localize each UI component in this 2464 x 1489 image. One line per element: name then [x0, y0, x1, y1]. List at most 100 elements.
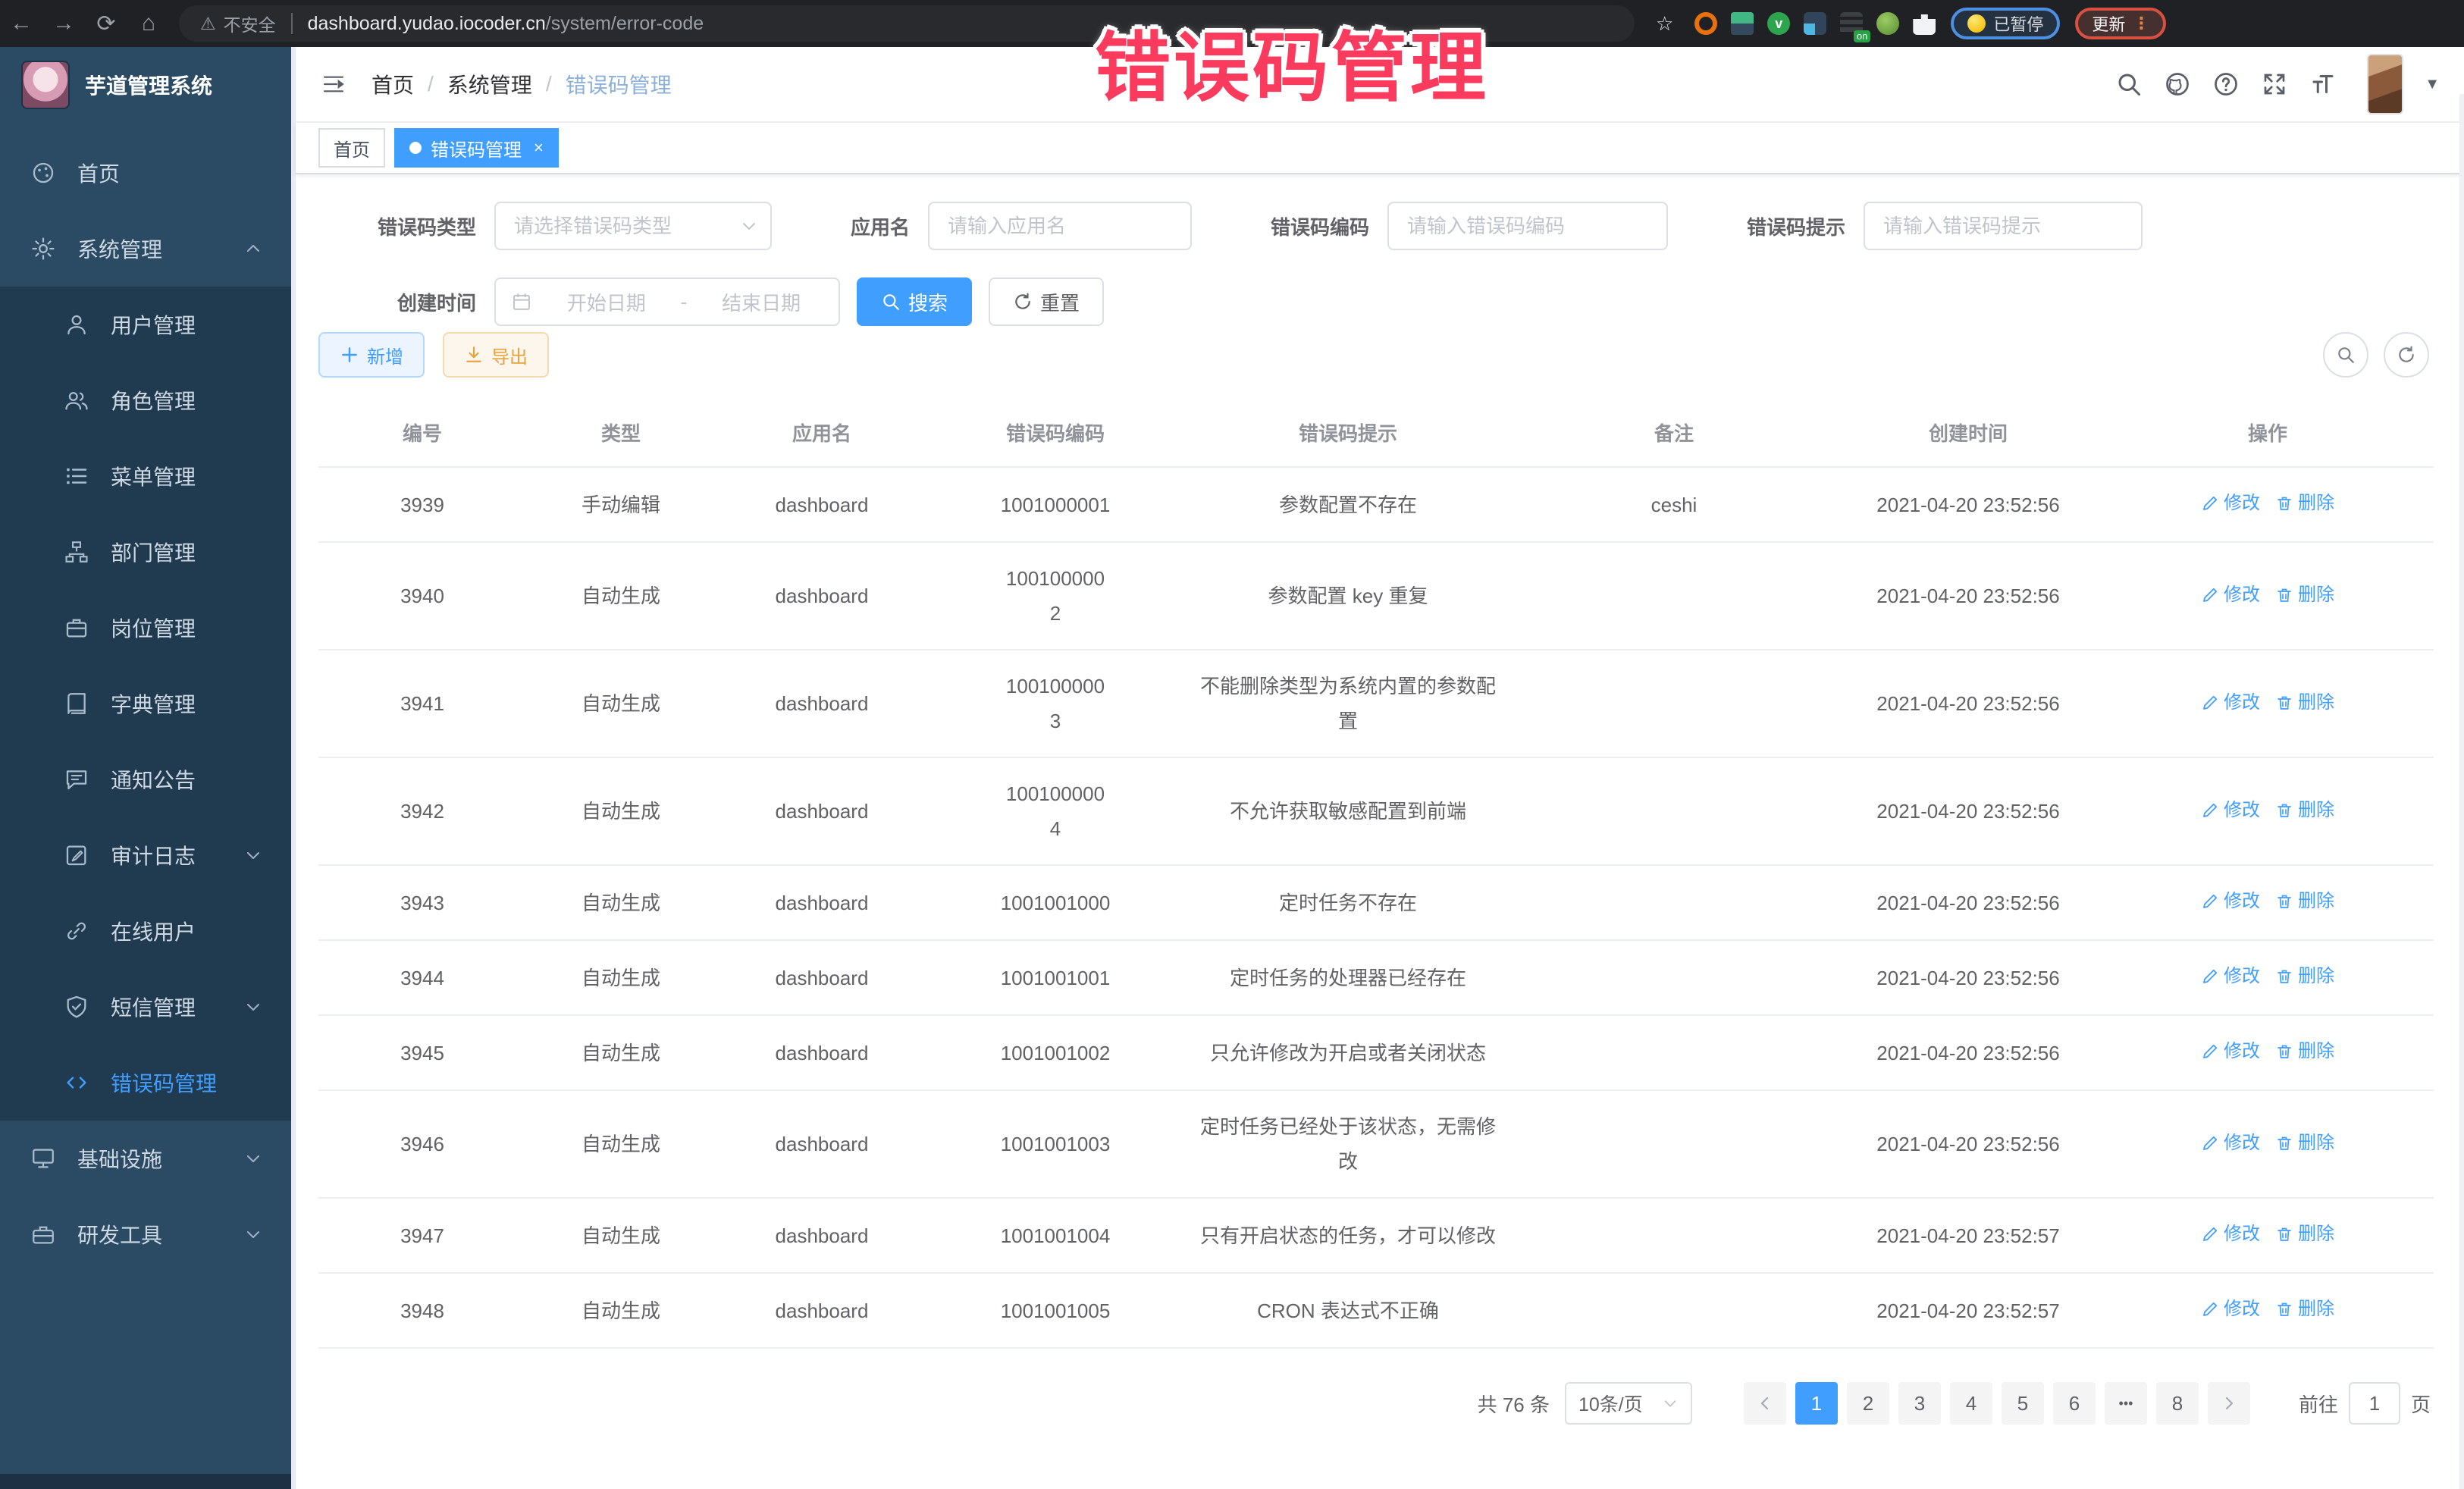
- error-type-select-input[interactable]: [494, 202, 772, 250]
- sms-shield-icon: [64, 994, 89, 1020]
- error-code-input[interactable]: [1387, 202, 1668, 250]
- delete-link[interactable]: 删除: [2275, 793, 2334, 828]
- page-scrollbar[interactable]: [2459, 94, 2464, 1489]
- page-button-1[interactable]: 1: [1795, 1382, 1838, 1425]
- end-date-placeholder[interactable]: 结束日期: [699, 288, 823, 316]
- delete-link[interactable]: 删除: [2275, 1034, 2334, 1069]
- error-hint-input[interactable]: [1864, 202, 2143, 250]
- browser-forward-button[interactable]: →: [42, 11, 85, 36]
- extensions-puzzle-icon[interactable]: [1913, 12, 1936, 35]
- browser-back-button[interactable]: ←: [0, 11, 42, 36]
- breadcrumb-system[interactable]: 系统管理: [447, 69, 532, 99]
- app-logo-row[interactable]: 芋道管理系统: [0, 47, 296, 123]
- browser-menu-kebab-icon[interactable]: ⋮: [2133, 14, 2149, 33]
- breadcrumb-home[interactable]: 首页: [371, 69, 414, 99]
- avatar-dropdown-caret-icon[interactable]: ▼: [2425, 76, 2440, 93]
- page-size-select[interactable]: 10条/页: [1565, 1382, 1692, 1425]
- edit-link[interactable]: 修改: [2201, 1126, 2260, 1161]
- browser-reload-button[interactable]: ⟳: [85, 11, 127, 37]
- sidebar-item-dept[interactable]: 部门管理: [0, 514, 296, 590]
- edit-link[interactable]: 修改: [2201, 1034, 2260, 1069]
- cell-time: 2021-04-20 23:52:57: [1835, 1273, 2102, 1348]
- edit-link[interactable]: 修改: [2201, 486, 2260, 521]
- github-icon[interactable]: [2164, 71, 2191, 98]
- sidebar-item-role[interactable]: 角色管理: [0, 362, 296, 438]
- browser-home-button[interactable]: ⌂: [127, 11, 170, 36]
- delete-link[interactable]: 删除: [2275, 884, 2334, 919]
- refresh-icon: [1013, 292, 1033, 312]
- refresh-icon: [2397, 345, 2416, 365]
- sidebar-collapse-icon[interactable]: [320, 72, 347, 96]
- edit-link[interactable]: 修改: [2201, 685, 2260, 720]
- next-page-button[interactable]: [2208, 1382, 2250, 1425]
- page-button-3[interactable]: 3: [1898, 1382, 1941, 1425]
- sidebar-item-post[interactable]: 岗位管理: [0, 590, 296, 666]
- bookmark-star-icon[interactable]: ☆: [1656, 12, 1673, 36]
- more-pages-button[interactable]: •••: [2105, 1382, 2147, 1425]
- refresh-table-button[interactable]: [2384, 332, 2429, 378]
- sidebar-item-system[interactable]: 系统管理: [0, 211, 296, 287]
- page-button-6[interactable]: 6: [2053, 1382, 2096, 1425]
- browser-update-button[interactable]: 更新 ⋮: [2075, 8, 2166, 39]
- search-button[interactable]: 搜索: [857, 277, 972, 326]
- extension-orange-icon[interactable]: [1694, 12, 1717, 35]
- sidebar-item-devtools[interactable]: 研发工具: [0, 1196, 296, 1272]
- cell-id: 3943: [318, 865, 526, 940]
- sidebar-item-online-user[interactable]: 在线用户: [0, 893, 296, 969]
- sidebar-item-home[interactable]: 首页: [0, 135, 296, 211]
- edit-link[interactable]: 修改: [2201, 578, 2260, 613]
- extension-key-icon[interactable]: [1876, 12, 1899, 35]
- cell-remark: [1513, 542, 1835, 650]
- app-name-input[interactable]: [928, 202, 1192, 250]
- page-button-8[interactable]: 8: [2156, 1382, 2199, 1425]
- page-button-2[interactable]: 2: [1847, 1382, 1889, 1425]
- error-type-select[interactable]: [494, 202, 772, 250]
- page-button-5[interactable]: 5: [2002, 1382, 2044, 1425]
- delete-link[interactable]: 删除: [2275, 959, 2334, 994]
- sidebar-item-dict[interactable]: 字典管理: [0, 666, 296, 741]
- toggle-search-button[interactable]: [2323, 332, 2368, 378]
- tab-close-icon[interactable]: ×: [534, 138, 544, 158]
- delete-link[interactable]: 删除: [2275, 1217, 2334, 1252]
- delete-link[interactable]: 删除: [2275, 1292, 2334, 1327]
- url-path: /system/error-code: [546, 13, 704, 34]
- add-button[interactable]: 新增: [318, 332, 425, 378]
- goto-page-input[interactable]: [2349, 1382, 2400, 1425]
- sidebar-item-menu[interactable]: 菜单管理: [0, 438, 296, 514]
- header-search-icon[interactable]: [2115, 71, 2143, 98]
- fullscreen-icon[interactable]: [2261, 71, 2288, 98]
- reset-button[interactable]: 重置: [989, 277, 1104, 326]
- sidebar-item-infra[interactable]: 基础设施: [0, 1121, 296, 1196]
- extension-vue-devtools-icon[interactable]: [1731, 12, 1754, 35]
- edit-link[interactable]: 修改: [2201, 793, 2260, 828]
- sidebar-item-audit-log[interactable]: 审计日志: [0, 817, 296, 893]
- security-chip[interactable]: ⚠ 不安全: [200, 11, 276, 36]
- edit-link[interactable]: 修改: [2201, 1217, 2260, 1252]
- font-size-icon[interactable]: [2309, 71, 2337, 98]
- edit-link[interactable]: 修改: [2201, 884, 2260, 919]
- trash-icon: [2275, 586, 2293, 604]
- user-avatar[interactable]: [2367, 54, 2403, 114]
- tab-item[interactable]: 首页: [318, 128, 385, 168]
- profile-paused-badge[interactable]: 已暂停: [1951, 8, 2060, 39]
- sidebar-item-user[interactable]: 用户管理: [0, 287, 296, 362]
- date-range-picker[interactable]: 开始日期 - 结束日期: [494, 277, 840, 326]
- sidebar-item-sms[interactable]: 短信管理: [0, 969, 296, 1045]
- edit-link[interactable]: 修改: [2201, 1292, 2260, 1327]
- delete-link[interactable]: 删除: [2275, 1126, 2334, 1161]
- start-date-placeholder[interactable]: 开始日期: [544, 288, 669, 316]
- edit-link[interactable]: 修改: [2201, 959, 2260, 994]
- sidebar-item-error-code[interactable]: 错误码管理: [0, 1045, 296, 1121]
- export-button[interactable]: 导出: [443, 332, 549, 378]
- extension-v-icon[interactable]: v: [1767, 12, 1790, 35]
- help-icon[interactable]: [2212, 71, 2240, 98]
- delete-link[interactable]: 删除: [2275, 486, 2334, 521]
- prev-page-button[interactable]: [1744, 1382, 1786, 1425]
- page-button-4[interactable]: 4: [1950, 1382, 1992, 1425]
- extension-squares-icon[interactable]: [1804, 12, 1826, 35]
- delete-link[interactable]: 删除: [2275, 578, 2334, 613]
- sidebar-item-notice[interactable]: 通知公告: [0, 741, 296, 817]
- extension-list-icon[interactable]: on: [1840, 12, 1863, 35]
- tab-active[interactable]: 错误码管理×: [394, 128, 559, 168]
- delete-link[interactable]: 删除: [2275, 685, 2334, 720]
